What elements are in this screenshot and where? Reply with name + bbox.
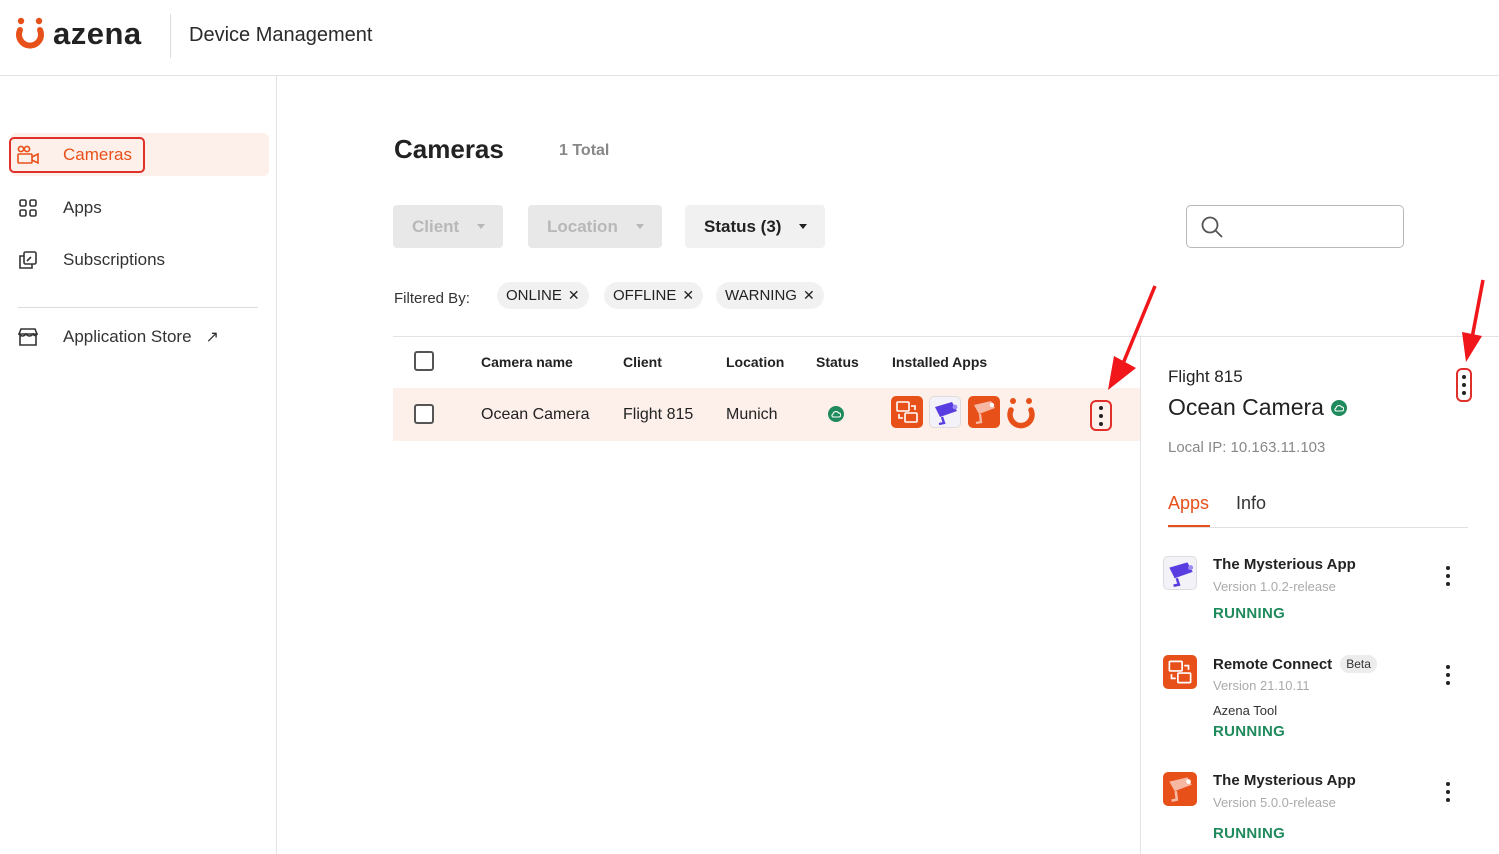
app-list-item[interactable]: The Mysterious App Version 1.0.2-release… bbox=[1163, 556, 1473, 626]
brand-name: azena bbox=[53, 16, 142, 51]
sidebar-item-label: Application Store bbox=[63, 326, 192, 346]
chevron-down-icon bbox=[799, 224, 808, 229]
chip-warning: WARNING ✕ bbox=[716, 282, 824, 309]
app-name-text: Remote Connect bbox=[1213, 655, 1333, 673]
remote-connect-app-icon[interactable] bbox=[891, 396, 923, 428]
chip-label: ONLINE bbox=[506, 287, 562, 304]
online-status-icon bbox=[1330, 399, 1347, 416]
close-icon[interactable]: ✕ bbox=[568, 287, 580, 304]
azena-logo-icon bbox=[14, 16, 46, 52]
app-name: The Mysterious App bbox=[1213, 772, 1356, 789]
remote-connect-app-icon bbox=[1163, 655, 1197, 689]
table-divider bbox=[393, 336, 1141, 337]
chip-online: ONLINE ✕ bbox=[497, 282, 589, 309]
header-title: Device Management bbox=[189, 24, 373, 46]
chip-label: OFFLINE bbox=[613, 287, 677, 304]
cell-camera-name: Ocean Camera bbox=[481, 406, 590, 423]
subscriptions-icon bbox=[17, 249, 39, 271]
details-local-ip: Local IP: 10.163.11.103 bbox=[1168, 439, 1326, 456]
column-header-status[interactable]: Status bbox=[816, 354, 859, 370]
azena-app-icon[interactable] bbox=[1005, 396, 1037, 429]
details-camera-name-text: Ocean Camera bbox=[1168, 394, 1324, 420]
sidebar: Cameras Apps Subscriptions Application S… bbox=[0, 76, 277, 854]
app-header: azena Device Management bbox=[0, 0, 1499, 76]
app-name: The Mysterious App bbox=[1213, 556, 1356, 573]
select-all-checkbox[interactable] bbox=[414, 351, 434, 371]
sidebar-item-apps[interactable]: Apps bbox=[10, 186, 269, 229]
chip-offline: OFFLINE ✕ bbox=[604, 282, 704, 309]
main-content: Cameras 1 Total Client Location Status (… bbox=[277, 76, 1499, 854]
page-title: Cameras bbox=[394, 134, 504, 164]
search-box[interactable] bbox=[1186, 205, 1404, 248]
sidebar-item-label: Cameras bbox=[63, 144, 132, 164]
tab-apps[interactable]: Apps bbox=[1168, 493, 1209, 514]
app-more-options-icon[interactable] bbox=[1443, 780, 1453, 804]
tabs-divider bbox=[1168, 527, 1468, 528]
location-filter-dropdown[interactable]: Location bbox=[528, 205, 662, 248]
app-version: Version 1.0.2-release bbox=[1213, 579, 1336, 594]
app-list-item[interactable]: Remote Connect Beta Version 21.10.11 Aze… bbox=[1163, 655, 1473, 745]
sidebar-item-application-store[interactable]: Application Store ↗ bbox=[10, 315, 269, 358]
search-icon bbox=[1200, 215, 1224, 244]
status-filter-dropdown[interactable]: Status (3) bbox=[685, 205, 826, 248]
close-icon[interactable]: ✕ bbox=[682, 287, 694, 304]
client-filter-dropdown[interactable]: Client bbox=[393, 205, 504, 248]
client-filter-label: Client bbox=[412, 216, 460, 236]
sidebar-item-subscriptions[interactable]: Subscriptions bbox=[10, 238, 269, 281]
details-client: Flight 815 bbox=[1168, 367, 1243, 386]
chip-label: WARNING bbox=[725, 287, 797, 304]
grid-icon bbox=[17, 197, 39, 219]
mysterious-app-icon bbox=[1163, 556, 1197, 590]
camera-icon bbox=[17, 144, 39, 166]
row-more-options-icon[interactable] bbox=[1091, 401, 1111, 430]
close-icon[interactable]: ✕ bbox=[803, 287, 815, 304]
app-more-options-icon[interactable] bbox=[1443, 564, 1453, 588]
details-more-options-icon[interactable] bbox=[1457, 369, 1471, 401]
app-version: Version 5.0.0-release bbox=[1213, 795, 1336, 810]
column-header-location[interactable]: Location bbox=[726, 354, 784, 370]
sidebar-divider bbox=[18, 307, 258, 308]
app-list-item[interactable]: The Mysterious App Version 5.0.0-release… bbox=[1163, 772, 1473, 842]
app-category: Azena Tool bbox=[1213, 703, 1278, 718]
app-more-options-icon[interactable] bbox=[1443, 663, 1453, 687]
online-status-icon bbox=[828, 405, 844, 423]
beta-badge: Beta bbox=[1340, 655, 1377, 673]
app-status: RUNNING bbox=[1213, 605, 1286, 622]
status-filter-label: Status (3) bbox=[704, 216, 782, 236]
row-checkbox[interactable] bbox=[414, 404, 434, 424]
header-divider bbox=[170, 14, 171, 58]
filtered-by-label: Filtered By: bbox=[394, 290, 470, 307]
app-name: Remote Connect Beta bbox=[1213, 655, 1377, 673]
total-count: 1 Total bbox=[559, 142, 610, 159]
tab-info[interactable]: Info bbox=[1236, 493, 1266, 514]
location-filter-label: Location bbox=[547, 216, 618, 236]
mysterious-app-2-icon bbox=[1163, 772, 1197, 806]
sidebar-item-label: Apps bbox=[63, 197, 102, 217]
sidebar-item-label: Subscriptions bbox=[63, 249, 166, 269]
details-camera-name: Ocean Camera bbox=[1168, 394, 1347, 421]
app-version: Version 21.10.11 bbox=[1213, 678, 1310, 693]
camera-details-panel: Flight 815 Ocean Camera Local IP: 10.163… bbox=[1140, 336, 1499, 854]
sidebar-item-cameras[interactable]: Cameras bbox=[10, 133, 269, 176]
column-header-client[interactable]: Client bbox=[623, 354, 662, 370]
chevron-down-icon bbox=[635, 224, 644, 229]
store-icon bbox=[17, 326, 39, 348]
column-header-camera-name[interactable]: Camera name bbox=[481, 354, 573, 370]
external-link-icon: ↗ bbox=[205, 328, 219, 346]
app-status: RUNNING bbox=[1213, 825, 1286, 842]
app-status: RUNNING bbox=[1213, 723, 1286, 740]
cell-location: Munich bbox=[726, 406, 778, 423]
mysterious-app-icon[interactable] bbox=[929, 396, 961, 428]
mysterious-app-2-icon[interactable] bbox=[968, 396, 1000, 428]
active-tab-indicator bbox=[1168, 525, 1210, 527]
column-header-installed-apps: Installed Apps bbox=[892, 354, 988, 370]
azena-logo[interactable]: azena bbox=[14, 16, 142, 52]
search-input[interactable] bbox=[1229, 212, 1397, 242]
chevron-down-icon bbox=[477, 224, 486, 229]
cell-client: Flight 815 bbox=[623, 406, 694, 423]
